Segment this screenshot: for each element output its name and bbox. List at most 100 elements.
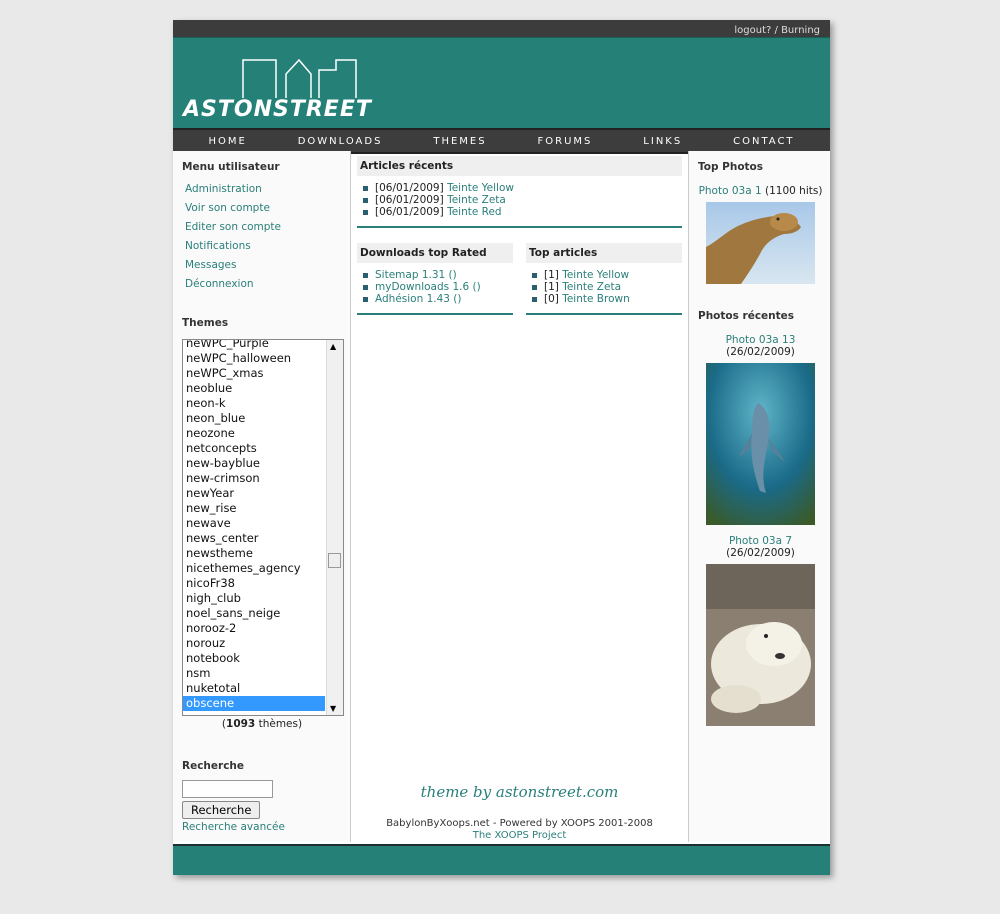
nav-forums[interactable]: FORUMS [538, 136, 593, 147]
photo-link[interactable]: Photo 03a 1 [699, 185, 762, 197]
theme-option[interactable]: newYear [183, 486, 325, 501]
advanced-search-link[interactable]: Recherche avancée [182, 821, 350, 833]
recent-articles-list: [06/01/2009] Teinte Yellow [06/01/2009] … [363, 182, 682, 218]
list-item: [0] Teinte Brown [532, 293, 682, 305]
xoops-project-link[interactable]: The XOOPS Project [473, 830, 567, 841]
top-articles-title: Top articles [526, 243, 682, 263]
theme-option[interactable]: new-bayblue [183, 456, 325, 471]
list-item: Adhésion 1.43 () [363, 293, 513, 305]
theme-option[interactable]: newstheme [183, 546, 325, 561]
download-link[interactable]: myDownloads 1.6 () [375, 281, 481, 293]
svg-text:ASTONSTREET: ASTONSTREET [181, 97, 373, 122]
nav-home[interactable]: HOME [208, 136, 246, 147]
scroll-thumb[interactable] [328, 553, 341, 568]
footer-bar [173, 844, 830, 875]
theme-option[interactable]: neWPC_xmas [183, 366, 325, 381]
center-pair: Downloads top Rated Sitemap 1.31 () myDo… [357, 243, 682, 330]
menu-edit-account[interactable]: Editer son compte [185, 221, 350, 234]
article-date: [06/01/2009] [375, 206, 444, 218]
theme-option[interactable]: netconcepts [183, 441, 325, 456]
scroll-down-icon[interactable]: ▼ [330, 704, 336, 713]
photo-meta: (26/02/2009) [726, 547, 795, 559]
user-menu: Administration Voir son compte Editer so… [182, 183, 350, 291]
camel-photo[interactable] [706, 202, 815, 284]
theme-option[interactable]: norouz [183, 636, 325, 651]
menu-administration[interactable]: Administration [185, 183, 350, 196]
photo-link[interactable]: Photo 03a 13 [726, 334, 796, 346]
theme-option[interactable]: nicoFr38 [183, 576, 325, 591]
menu-notifications[interactable]: Notifications [185, 240, 350, 253]
theme-options: neWPC_Purple neWPC_halloween neWPC_xmas neo… [183, 340, 325, 711]
theme-option[interactable]: news_center [183, 531, 325, 546]
article-link[interactable]: Teinte Brown [562, 293, 630, 305]
top-articles-block: Top articles [1] Teinte Yellow [1] Teint… [526, 243, 682, 315]
dolphin-photo[interactable] [706, 363, 815, 525]
downloads-block: Downloads top Rated Sitemap 1.31 () myDo… [357, 243, 513, 315]
download-link[interactable]: Adhésion 1.43 () [375, 293, 462, 305]
article-date: [06/01/2009] [375, 182, 444, 194]
theme-option[interactable]: neoblue [183, 381, 325, 396]
powered-by: BabylonByXoops.net - Powered by XOOPS 20… [351, 818, 688, 842]
search-block: Recherche Recherche Recherche avancée [182, 760, 350, 833]
nav-links[interactable]: LINKS [643, 136, 682, 147]
theme-option[interactable]: neWPC_halloween [183, 351, 325, 366]
download-link[interactable]: Sitemap 1.31 () [375, 269, 457, 281]
theme-option[interactable]: nsm [183, 666, 325, 681]
article-link[interactable]: Teinte Yellow [562, 269, 629, 281]
list-item: [06/01/2009] Teinte Yellow [363, 182, 682, 194]
menu-messages[interactable]: Messages [185, 259, 350, 272]
logout-link[interactable]: logout? [734, 25, 771, 36]
search-button[interactable]: Recherche [182, 801, 261, 819]
polar-bear-photo[interactable] [706, 564, 815, 726]
article-date: [06/01/2009] [375, 194, 444, 206]
right-column: Top Photos Photo 03a 1 (1100 hits) Photo… [688, 151, 830, 842]
theme-count-label: thèmes) [255, 718, 303, 730]
list-item: [06/01/2009] Teinte Red [363, 206, 682, 218]
photo-link[interactable]: Photo 03a 7 [729, 535, 792, 547]
top-photo-item: Photo 03a 1 (1100 hits) [698, 185, 823, 284]
article-link[interactable]: Teinte Yellow [447, 182, 514, 194]
theme-option[interactable]: neWPC_Purple [183, 340, 325, 351]
article-link[interactable]: Teinte Zeta [447, 194, 506, 206]
page-wrapper: logout? / Burning ASTONSTREET HOME DOWNL… [173, 20, 830, 875]
nav-contact[interactable]: CONTACT [733, 136, 794, 147]
recent-photo-item: Photo 03a 7 (26/02/2009) [698, 535, 823, 726]
theme-option[interactable]: nicethemes_agency [183, 561, 325, 576]
list-item: Sitemap 1.31 () [363, 269, 513, 281]
recent-articles-title: Articles récents [357, 156, 682, 176]
scroll-up-icon[interactable]: ▲ [330, 342, 336, 351]
theme-select-list[interactable]: neWPC_Purple neWPC_halloween neWPC_xmas neo… [182, 339, 344, 716]
menu-view-account[interactable]: Voir son compte [185, 202, 350, 215]
site-logo[interactable]: ASTONSTREET [181, 42, 436, 122]
theme-option[interactable]: norooz-2 [183, 621, 325, 636]
theme-option[interactable]: obscene [183, 696, 325, 711]
theme-option[interactable]: newave [183, 516, 325, 531]
theme-option[interactable]: nuketotal [183, 681, 325, 696]
theme-option[interactable]: notebook [183, 651, 325, 666]
article-link[interactable]: Teinte Red [447, 206, 502, 218]
recent-photos-title: Photos récentes [698, 310, 795, 322]
theme-option[interactable]: neozone [183, 426, 325, 441]
theme-option[interactable]: nigh_club [183, 591, 325, 606]
theme-option[interactable]: noel_sans_neige [183, 606, 325, 621]
themes-block: Themes neWPC_Purple neWPC_halloween neWPC_… [182, 317, 350, 730]
list-item: myDownloads 1.6 () [363, 281, 513, 293]
article-count: [0] [544, 293, 559, 305]
search-input[interactable] [182, 780, 273, 798]
theme-option[interactable]: new-crimson [183, 471, 325, 486]
header: ASTONSTREET [173, 37, 830, 128]
nav-themes[interactable]: THEMES [433, 136, 486, 147]
search-title: Recherche [182, 760, 245, 772]
menu-logout[interactable]: Déconnexion [185, 278, 350, 291]
article-link[interactable]: Teinte Zeta [562, 281, 621, 293]
theme-option[interactable]: neon-k [183, 396, 325, 411]
theme-option[interactable]: neon_blue [183, 411, 325, 426]
nav-downloads[interactable]: DOWNLOADS [298, 136, 383, 147]
photo-meta: (1100 hits) [761, 185, 823, 197]
theme-option[interactable]: new_rise [183, 501, 325, 516]
left-column: Menu utilisateur Administration Voir son… [173, 151, 351, 842]
list-item: [06/01/2009] Teinte Zeta [363, 194, 682, 206]
theme-list-scrollbar[interactable]: ▲ ▼ [326, 340, 343, 715]
recent-articles-block: Articles récents [06/01/2009] Teinte Yel… [357, 156, 682, 228]
user-link[interactable]: Burning [781, 25, 820, 36]
